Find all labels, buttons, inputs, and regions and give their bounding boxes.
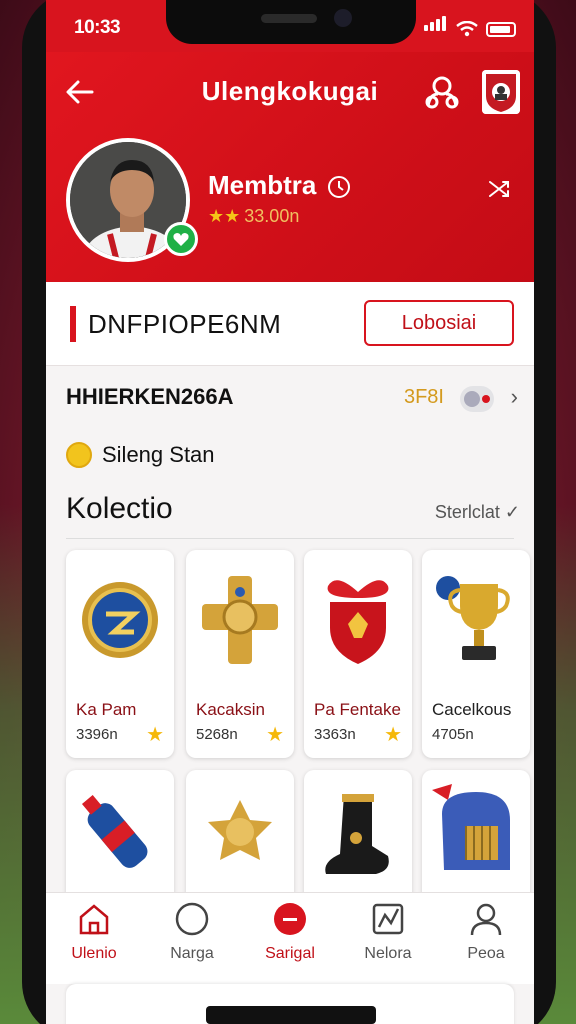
trophy-icon	[422, 550, 530, 690]
profile-rating: ★★ 33.00n	[208, 206, 299, 227]
item-price: 3363n	[314, 726, 356, 743]
ribbon-shield-icon	[304, 550, 412, 690]
battery-icon	[486, 22, 516, 37]
bottom-tab-bar: Ulenio Narga Sarigal Nelora Peoa	[46, 892, 534, 984]
gold-medal-icon	[208, 800, 272, 860]
tab-home[interactable]: Ulenio	[46, 901, 142, 963]
badge-icon	[66, 550, 174, 690]
info-row[interactable]: HHIERKEN266A 3F8I ›	[46, 376, 534, 422]
star-icon: ★	[146, 724, 164, 746]
sort-dropdown[interactable]: Sterlclat ✓	[435, 502, 520, 523]
shuffle-icon[interactable]	[486, 176, 512, 202]
chevron-right-icon[interactable]: ›	[511, 384, 518, 410]
verified-badge-icon	[164, 222, 198, 256]
toggle-switch[interactable]	[460, 386, 494, 412]
notch	[166, 0, 416, 44]
divider	[66, 538, 514, 539]
user-icon	[470, 903, 502, 936]
status-label: Sileng Stan	[102, 442, 215, 467]
item-name: Cacelkous	[432, 700, 512, 719]
app-screen: 10:33 Ulengkokugai Membtra ★★ 33.00n DNF…	[46, 0, 534, 1024]
accent-bar	[70, 306, 76, 342]
home-indicator	[206, 1006, 376, 1024]
rating-stars: ★★	[208, 206, 241, 226]
collection-item[interactable]: Cacelkous 4705n	[422, 550, 530, 758]
collection-title: Kolectio	[66, 492, 173, 525]
bottle-icon	[81, 795, 148, 868]
collection-item[interactable]: Kacaksin 5268n ★	[186, 550, 294, 758]
record-icon	[274, 903, 306, 935]
item-name: Kacaksin	[196, 700, 265, 719]
tab-label: Narga	[170, 945, 214, 962]
item-name: Ka Pam	[76, 700, 137, 719]
banner-button[interactable]: Lobosiai	[364, 300, 514, 346]
tab-label: Nelora	[364, 945, 412, 962]
status-bar: 10:33	[46, 0, 534, 52]
item-price: 5268n	[196, 726, 238, 743]
home-icon	[79, 904, 109, 935]
item-price: 4705n	[432, 726, 474, 743]
clock-icon	[327, 176, 350, 199]
info-label: HHIERKEN266A	[66, 384, 234, 409]
tab-label: Sarigal	[265, 945, 315, 962]
banner-card: DNFPIOPE6NM Lobosiai	[46, 282, 534, 366]
chart-icon	[372, 903, 404, 935]
tab-profile[interactable]: Peoa	[438, 901, 534, 963]
helmet-icon	[432, 784, 510, 870]
friends-icon[interactable]	[422, 72, 462, 112]
cross-medal-icon	[186, 550, 294, 690]
tab-nelora[interactable]: Nelora	[340, 901, 436, 963]
collection-item[interactable]: Ka Pam 3396n ★	[66, 550, 174, 758]
banner-label: DNFPIOPE6NM	[88, 309, 282, 339]
star-icon: ★	[384, 724, 402, 746]
tab-sarigal[interactable]: Sarigal	[242, 901, 338, 963]
tab-narga[interactable]: Narga	[144, 901, 240, 963]
circle-icon	[175, 902, 209, 936]
item-name: Pa Fentake	[314, 700, 401, 719]
team-crest-icon[interactable]	[482, 70, 520, 114]
status-time: 10:33	[74, 17, 121, 38]
collection-item[interactable]: Pa Fentake 3363n ★	[304, 550, 412, 758]
status-icons	[424, 15, 516, 37]
boot-icon	[325, 794, 389, 874]
profile-value: 33.00n	[244, 206, 300, 226]
coin-icon	[66, 442, 92, 468]
tab-label: Ulenio	[71, 945, 117, 962]
item-price: 3396n	[76, 726, 118, 743]
tab-label: Peoa	[467, 945, 505, 962]
wifi-icon	[456, 21, 478, 37]
signal-icon	[424, 15, 448, 37]
profile-header: Ulengkokugai Membtra ★★ 33.00n	[46, 52, 534, 282]
info-value: 3F8I	[403, 386, 444, 408]
star-icon: ★	[266, 724, 284, 746]
profile-name: Membtra	[208, 170, 351, 201]
